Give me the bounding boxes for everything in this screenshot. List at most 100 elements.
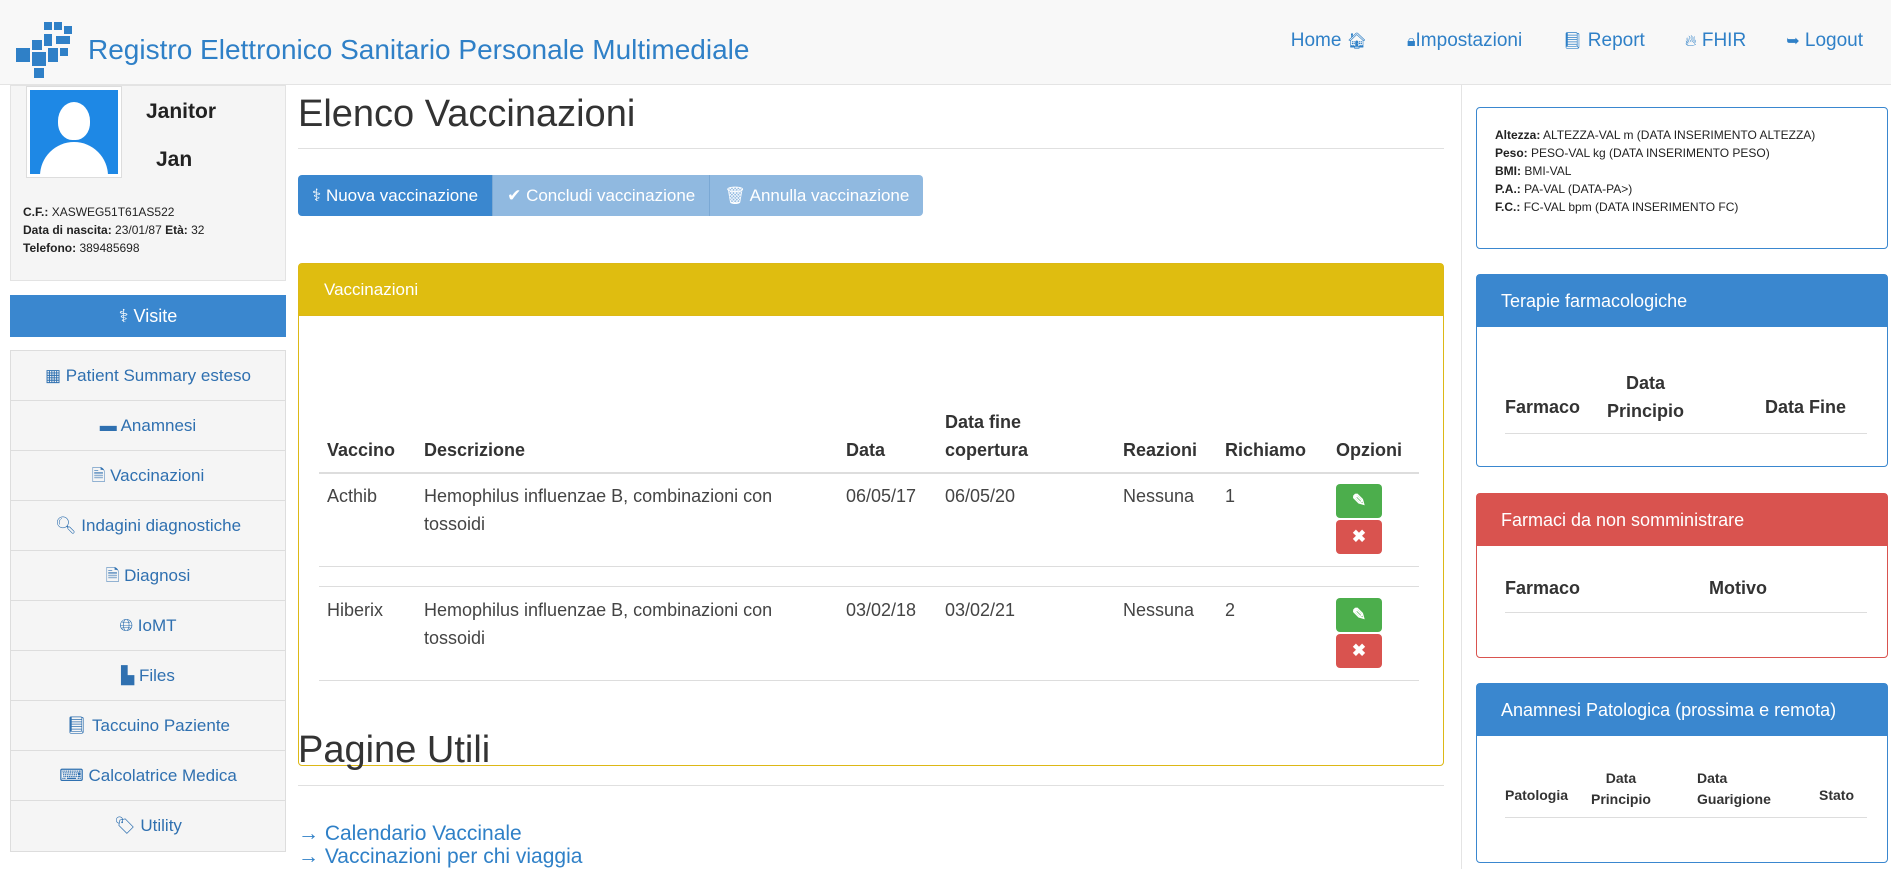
home-icon: 🏠︎ (1346, 33, 1368, 50)
book-icon: 📘︎ (1562, 33, 1583, 50)
stethoscope-icon: ⚕ (312, 186, 322, 205)
col-farmaco: Farmaco (1505, 578, 1581, 598)
sidebar-item-patient-summary[interactable]: ▦ Patient Summary esteso (11, 351, 285, 401)
sidebar-item-utility[interactable]: 🏷︎ Utility (11, 801, 285, 851)
sidebar-item-anamnesi[interactable]: ▬ Anamnesi (11, 401, 285, 451)
close-icon: ✖ (1351, 641, 1367, 660)
cell-data: 06/05/17 (846, 486, 917, 506)
col-vaccino: Vaccino (327, 440, 396, 460)
visite-button[interactable]: ⚕ Visite (10, 295, 286, 337)
panel-title: Vaccinazioni (299, 264, 1443, 316)
header-divider (319, 472, 1419, 474)
col-data-fine: Data Fine (1765, 397, 1847, 417)
link-vaccinazioni-viaggio[interactable]: → Vaccinazioni per chi viaggia (298, 845, 582, 869)
table-divider (1505, 612, 1867, 613)
nav-logout[interactable]: ➥ Logout (1786, 30, 1863, 52)
logo-icon (16, 22, 74, 78)
globe-icon: 🌐︎ (119, 616, 134, 635)
patient-info: C.F.: XASWEG51T61AS522 Data di nascita: … (23, 205, 205, 255)
avatar (26, 86, 122, 178)
cell-reazioni: Nessuna (1123, 600, 1195, 620)
archive-icon: ▬ (99, 416, 117, 435)
cell-descrizione: Hemophilus influenzae B, combinazioni co… (424, 600, 773, 648)
cell-richiamo: 1 (1225, 486, 1236, 506)
search-icon: 🔍︎ (54, 516, 77, 535)
conclude-vaccination-button[interactable]: ✔ Concludi vaccinazione (493, 175, 711, 216)
stethoscope-icon: ⚕ (118, 306, 129, 326)
pencil-icon: ✎ (1351, 491, 1367, 510)
col-data-principio: Data Principio (1591, 770, 1651, 807)
non-somministrare-panel: Farmaci da non somministrare Farmaco Mot… (1476, 493, 1888, 658)
app-title: Registro Elettronico Sanitario Personale… (88, 34, 750, 65)
right-column: Altezza: ALTEZZA-VAL m (DATA INSERIMENTO… (1476, 85, 1888, 869)
keyboard-icon: ⌨ (59, 766, 84, 785)
col-patologia: Patologia (1505, 787, 1569, 803)
logout-icon: ➥ (1786, 33, 1800, 50)
cell-data-fine: 03/02/21 (945, 600, 1016, 620)
col-richiamo: Richiamo (1225, 440, 1307, 460)
document-icon: 🗎 (91, 466, 106, 485)
edit-button[interactable]: ✎ (1336, 484, 1382, 518)
new-vaccination-button[interactable]: ⚕ Nuova vaccinazione (298, 175, 494, 216)
row-divider (319, 566, 1419, 567)
sidebar-item-vaccinazioni[interactable]: 🗎 Vaccinazioni (11, 451, 285, 501)
sidebar-item-indagini[interactable]: 🔍︎ Indagini diagnostiche (11, 501, 285, 551)
trash-icon: 🗑︎ (724, 186, 746, 205)
col-descrizione: Descrizione (424, 440, 526, 460)
col-stato: Stato (1819, 787, 1854, 803)
nav-impostazioni[interactable]: 🔒︎Impostazioni (1407, 30, 1522, 52)
vaccinazioni-panel: Vaccinazioni Vaccino Descrizione Data Da… (298, 263, 1444, 766)
terapie-title: Terapie farmacologiche (1477, 275, 1887, 327)
table-icon: ▦ (45, 366, 62, 385)
file-icon: ▙ (121, 666, 135, 685)
page-title: Elenco Vaccinazioni (298, 93, 636, 135)
table-divider (1505, 433, 1867, 434)
nav-home[interactable]: Home 🏠︎ (1291, 30, 1367, 52)
check-circle-icon: ✔ (507, 186, 522, 205)
sidebar-item-diagnosi[interactable]: 🗎 Diagnosi (11, 551, 285, 601)
tag-icon: 🏷︎ (114, 816, 136, 835)
col-data-fine: Data fine copertura (945, 412, 1029, 460)
row-divider (319, 586, 1419, 587)
column-divider (1461, 85, 1462, 869)
main-content: Elenco Vaccinazioni ⚕ Nuova vaccinazione… (298, 85, 1444, 869)
sidebar-item-files[interactable]: ▙ Files (11, 651, 285, 701)
patient-card: Janitor Jan C.F.: XASWEG51T61AS522 Data … (10, 85, 286, 281)
non-somministrare-title: Farmaci da non somministrare (1477, 494, 1887, 546)
delete-button[interactable]: ✖ (1336, 520, 1382, 554)
cell-data-fine: 06/05/20 (945, 486, 1016, 506)
col-motivo: Motivo (1709, 578, 1767, 598)
book-icon: 📘︎ (66, 716, 88, 735)
sidebar: Janitor Jan C.F.: XASWEG51T61AS522 Data … (10, 85, 286, 869)
patient-first-name: Janitor (146, 100, 217, 123)
brand[interactable]: Registro Elettronico Sanitario Personale… (16, 22, 749, 78)
nav-fhir[interactable]: 🔥︎ FHIR (1685, 30, 1746, 52)
divider (298, 148, 1444, 149)
anamnesi-title: Anamnesi Patologica (prossima e remota) (1477, 684, 1887, 736)
close-icon: ✖ (1351, 527, 1367, 546)
col-data-guarigione: Data Guarigione (1697, 770, 1771, 807)
cell-descrizione: Hemophilus influenzae B, combinazioni co… (424, 486, 773, 534)
col-data-principio: Data Principio (1607, 373, 1685, 421)
sidebar-item-iomt[interactable]: 🌐︎ IoMT (11, 601, 285, 651)
cell-vaccino: Acthib (327, 486, 378, 506)
useful-pages-title: Pagine Utili (298, 729, 491, 771)
nav-report[interactable]: 📘︎ Report (1562, 30, 1645, 52)
patient-last-name: Jan (156, 148, 193, 171)
col-opzioni: Opzioni (1336, 440, 1402, 460)
cancel-vaccination-button[interactable]: 🗑︎ Annulla vaccinazione (710, 175, 924, 216)
sidebar-item-taccuino[interactable]: 📘︎ Taccuino Paziente (11, 701, 285, 751)
lock-icon: 🔒︎ (1407, 33, 1416, 50)
sidebar-item-calcolatrice[interactable]: ⌨ Calcolatrice Medica (11, 751, 285, 801)
user-icon (30, 90, 118, 174)
link-calendario-vaccinale[interactable]: → Calendario Vaccinale (298, 822, 522, 846)
edit-button[interactable]: ✎ (1336, 598, 1382, 632)
delete-button[interactable]: ✖ (1336, 634, 1382, 668)
col-reazioni: Reazioni (1123, 440, 1198, 460)
col-data: Data (846, 440, 886, 460)
anamnesi-panel: Anamnesi Patologica (prossima e remota) … (1476, 683, 1888, 863)
fire-icon: 🔥︎ (1684, 33, 1697, 50)
pencil-icon: ✎ (1351, 605, 1367, 624)
divider (298, 785, 1444, 786)
table-divider (1505, 817, 1867, 818)
